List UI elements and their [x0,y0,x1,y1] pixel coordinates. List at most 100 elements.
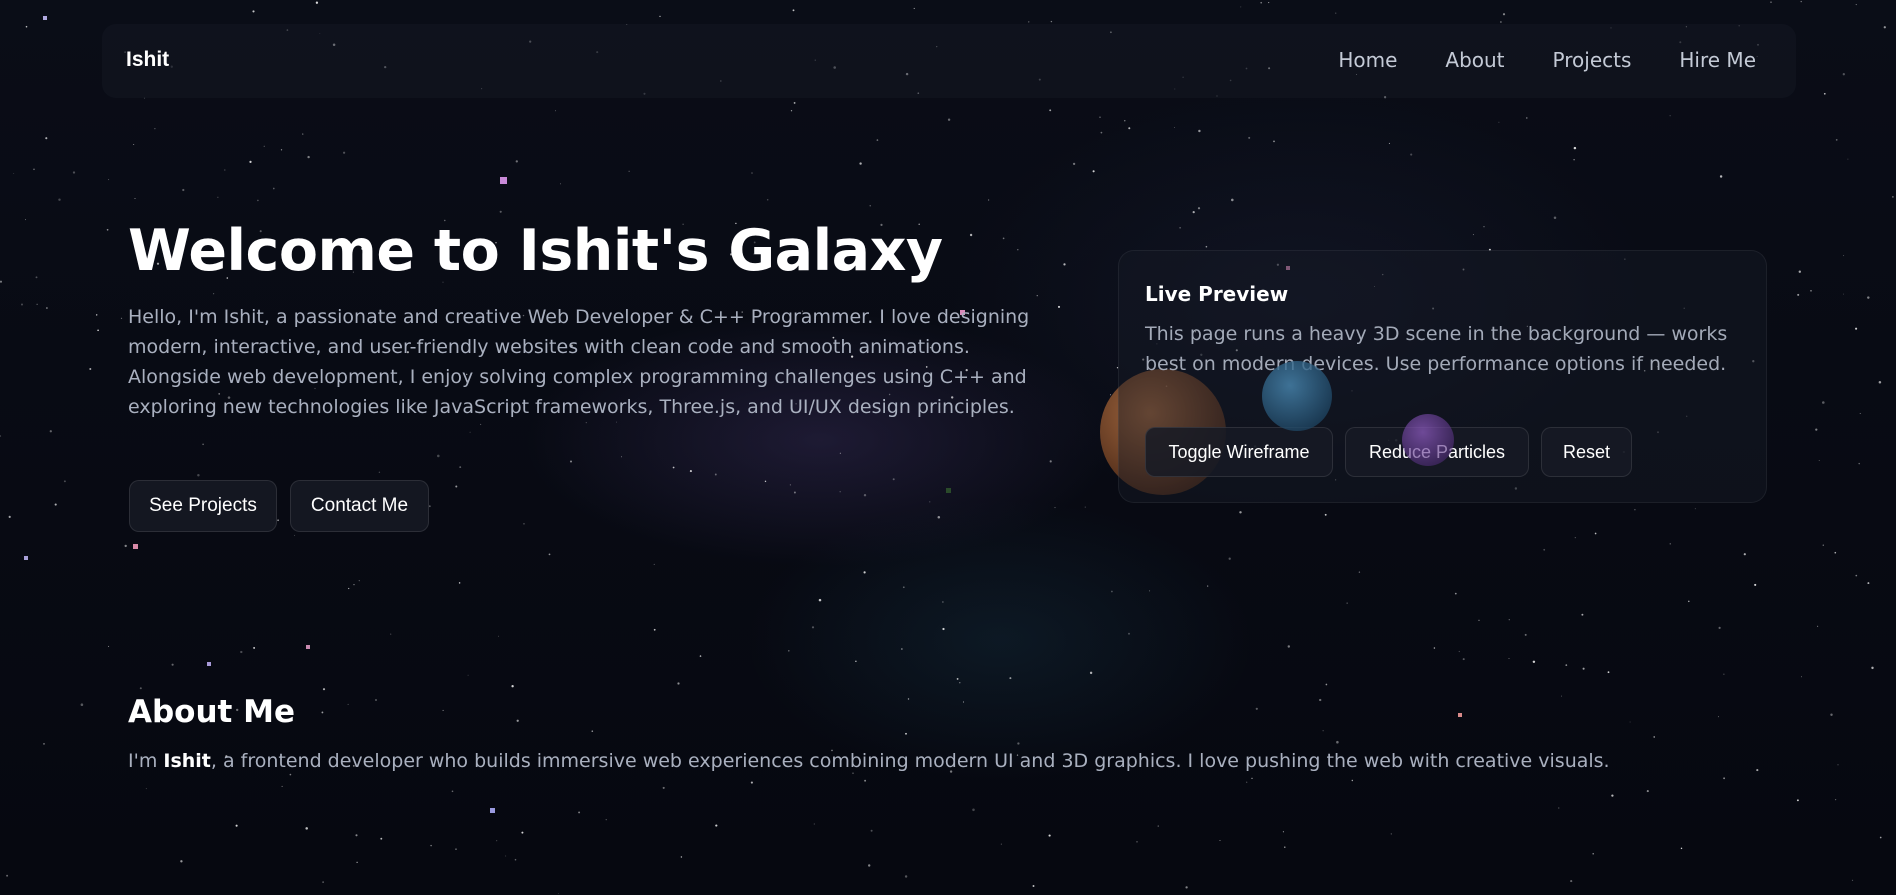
star [1100,131,1103,134]
star [1111,590,1113,593]
star [659,15,661,18]
star [1124,120,1126,122]
star [1855,327,1858,330]
star [1032,885,1035,887]
star [1388,142,1390,144]
star [235,824,238,827]
star [1057,305,1061,308]
star [1136,841,1138,843]
star [134,197,136,200]
star [499,210,502,213]
star [1054,507,1056,509]
star [1390,833,1392,835]
live-preview-title: Live Preview [1145,282,1289,306]
brand-logo[interactable]: Ishit [126,48,169,72]
star [1719,175,1723,178]
star [1000,843,1002,845]
star [1818,459,1820,461]
particle [133,544,138,549]
star [133,144,135,145]
star [969,233,973,237]
star [1574,537,1576,539]
star [437,454,440,458]
star [455,485,458,488]
star [1582,667,1585,670]
see-projects-button[interactable]: See Projects [129,480,277,532]
star [63,480,66,483]
star [1561,695,1563,697]
star [1192,211,1195,214]
toggle-wireframe-button[interactable]: Toggle Wireframe [1145,427,1333,477]
star [788,650,790,652]
star [467,674,469,676]
star [358,579,360,582]
star [1558,807,1560,809]
reset-button[interactable]: Reset [1541,427,1632,477]
star [662,786,665,789]
star [904,875,908,878]
star [1174,127,1176,129]
star [1268,2,1270,4]
star [605,819,607,821]
star [89,367,92,371]
star [1248,136,1251,139]
star [1770,1,1772,3]
star [182,188,185,192]
star [442,709,444,711]
star [1050,20,1053,23]
star [750,781,753,784]
star [947,118,951,121]
star [714,473,717,476]
star [315,1,319,4]
star [1843,255,1845,257]
nav-link-hire-me[interactable]: Hire Me [1679,48,1756,72]
star [498,635,499,637]
star [1830,713,1833,717]
star [929,501,931,503]
star [58,198,61,201]
star [289,773,292,776]
nav-link-home[interactable]: Home [1338,48,1397,72]
star [1892,196,1894,198]
star [962,701,965,703]
star [1483,226,1485,228]
star [653,563,655,565]
star [305,827,308,830]
contact-me-button[interactable]: Contact Me [290,480,429,532]
nav-link-projects[interactable]: Projects [1553,48,1632,72]
star [1240,6,1242,8]
star [1669,115,1671,117]
star [20,303,24,306]
star [1002,237,1005,240]
star [257,199,259,202]
star [764,480,767,483]
star [240,650,243,654]
star [959,682,961,684]
star [343,151,346,154]
reduce-particles-button[interactable]: Reduce Particles [1345,427,1529,477]
star [1185,886,1188,889]
star [302,133,304,135]
hero-title: Welcome to Ishit's Galaxy [128,218,943,284]
star [1089,671,1093,675]
star [515,160,518,163]
star [197,473,200,477]
star [72,171,76,174]
star [557,893,559,895]
star [455,848,457,850]
star [1629,721,1631,723]
nav-link-about[interactable]: About [1445,48,1504,72]
star [937,515,941,519]
star [1351,779,1354,782]
star [1718,626,1721,630]
star [25,25,28,28]
star [972,808,975,812]
about-name: Ishit [163,750,211,772]
star [139,687,142,690]
star [1646,790,1649,793]
star [699,655,702,657]
star [108,645,110,647]
about-text-suffix: , a frontend developer who builds immers… [210,750,1610,772]
star [766,199,769,201]
star [378,471,381,473]
